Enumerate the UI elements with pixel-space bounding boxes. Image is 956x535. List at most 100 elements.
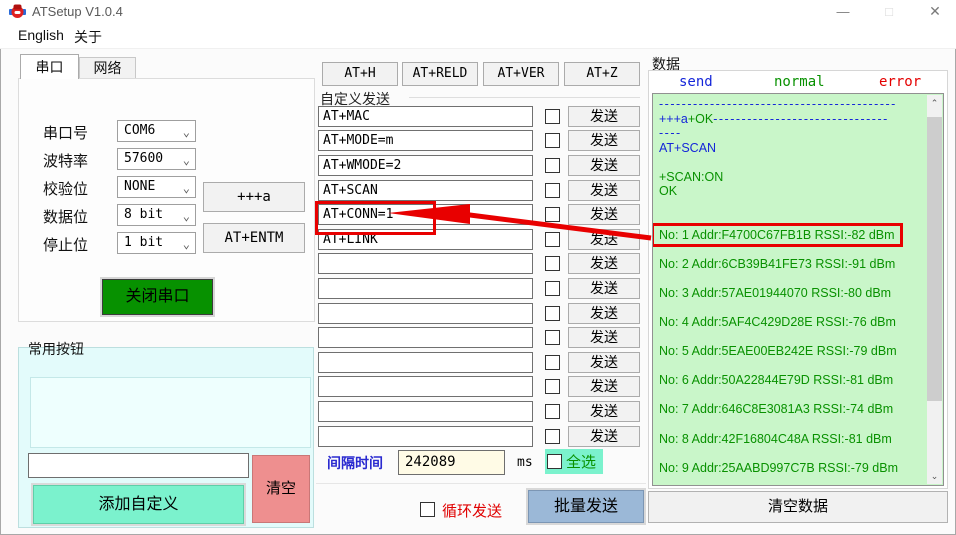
menu-item-english[interactable]: English bbox=[18, 27, 64, 43]
command-input[interactable] bbox=[318, 351, 533, 373]
command-checkbox[interactable] bbox=[545, 354, 560, 370]
command-checkbox[interactable] bbox=[545, 379, 560, 395]
send-button[interactable]: 发送 bbox=[568, 425, 640, 447]
log-line: No: 5 Addr:5EAE00EB242E RSSI:-79 dBm bbox=[659, 344, 923, 359]
send-button[interactable]: 发送 bbox=[568, 179, 640, 201]
divider bbox=[316, 483, 646, 484]
command-checkbox[interactable] bbox=[545, 108, 560, 124]
log-text: ----------------------------------------… bbox=[659, 97, 897, 111]
chevron-down-icon: ⌄ bbox=[182, 153, 190, 167]
minimize-button[interactable]: — bbox=[826, 0, 860, 23]
scrollbar-thumb[interactable] bbox=[927, 117, 942, 401]
serial-field-label: 停止位 bbox=[43, 237, 89, 254]
log-text: No: 3 Addr:57AE01944070 RSSI:-80 dBm bbox=[659, 286, 892, 301]
log-line: No: 7 Addr:646C8E3081A3 RSSI:-74 dBm bbox=[659, 402, 923, 417]
title-bar: ATSetup V1.0.4 — □ ✕ bbox=[0, 0, 956, 23]
command-input[interactable] bbox=[318, 425, 533, 447]
custom-send-row: AT+CONN=1 发送 bbox=[315, 201, 644, 236]
command-input[interactable]: AT+WMODE=2 bbox=[318, 154, 533, 176]
close-serial-port-button[interactable]: 关闭串口 bbox=[102, 279, 213, 315]
command-checkbox[interactable] bbox=[545, 207, 560, 223]
serial-field-label: 数据位 bbox=[43, 209, 89, 226]
command-input[interactable]: AT+SCAN bbox=[318, 179, 533, 201]
custom-send-row: 发送 bbox=[318, 276, 644, 301]
serial-field-select[interactable]: COM6 ⌄ bbox=[117, 120, 196, 142]
custom-send-row: 发送 bbox=[318, 252, 644, 277]
atsetup-window: ATSetup V1.0.4 — □ ✕ English 关于 串口 网络 +++… bbox=[0, 0, 956, 535]
command-checkbox[interactable] bbox=[545, 403, 560, 419]
send-button[interactable]: 发送 bbox=[568, 327, 640, 349]
serial-field-select[interactable]: NONE ⌄ bbox=[117, 176, 196, 198]
send-button[interactable]: 发送 bbox=[568, 228, 640, 250]
command-input[interactable]: AT+CONN=1 bbox=[315, 201, 533, 236]
at-entm-button[interactable]: AT+ENTM bbox=[203, 223, 305, 253]
window-title: ATSetup V1.0.4 bbox=[32, 4, 123, 19]
serial-field-select[interactable]: 57600 ⌄ bbox=[117, 148, 196, 170]
menu-item-about[interactable]: 关于 bbox=[74, 27, 102, 47]
add-custom-button[interactable]: 添加自定义 bbox=[33, 485, 244, 524]
command-input[interactable]: AT+MAC bbox=[318, 105, 533, 127]
send-button[interactable]: 发送 bbox=[568, 302, 640, 324]
chevron-down-icon: ⌄ bbox=[182, 181, 190, 195]
log-line: AT+SCAN bbox=[659, 141, 923, 156]
log-text: +OK bbox=[687, 111, 714, 126]
custom-send-row: 发送 bbox=[318, 301, 644, 326]
send-button[interactable]: 发送 bbox=[568, 154, 640, 176]
loop-send-label: 循环发送 bbox=[442, 503, 503, 520]
clear-custom-button[interactable]: 清空 bbox=[252, 455, 310, 523]
command-input[interactable] bbox=[318, 400, 533, 422]
interval-input[interactable]: 242089 bbox=[398, 450, 505, 475]
log-scrollbar[interactable]: ⌃ ⌄ bbox=[927, 95, 942, 484]
command-checkbox[interactable] bbox=[545, 231, 560, 247]
custom-send-row: 发送 bbox=[318, 375, 644, 400]
quick-command-button[interactable]: AT+VER bbox=[483, 62, 559, 86]
send-button[interactable]: 发送 bbox=[568, 204, 640, 226]
command-input[interactable] bbox=[318, 302, 533, 324]
command-input[interactable] bbox=[318, 253, 533, 275]
custom-command-input[interactable] bbox=[28, 453, 249, 478]
send-button[interactable]: 发送 bbox=[568, 400, 640, 422]
log-line: ---- bbox=[659, 126, 923, 141]
tab-network[interactable]: 网络 bbox=[79, 57, 136, 79]
scroll-up-icon[interactable]: ⌃ bbox=[927, 95, 942, 111]
command-input[interactable] bbox=[318, 327, 533, 349]
send-button[interactable]: 发送 bbox=[568, 376, 640, 398]
legend-normal: normal bbox=[774, 74, 825, 90]
log-line: ----------------------------------------… bbox=[659, 97, 923, 112]
maximize-button[interactable]: □ bbox=[872, 0, 906, 23]
send-button[interactable]: 发送 bbox=[568, 277, 640, 299]
serial-field-select[interactable]: 1 bit ⌄ bbox=[117, 232, 196, 254]
command-checkbox[interactable] bbox=[545, 157, 560, 173]
plus-a-button[interactable]: +++a bbox=[203, 182, 305, 212]
command-checkbox[interactable] bbox=[545, 330, 560, 346]
select-value: NONE bbox=[124, 179, 156, 194]
send-button[interactable]: 发送 bbox=[568, 351, 640, 373]
batch-send-button[interactable]: 批量发送 bbox=[528, 490, 644, 523]
select-all-wrap: 全选 bbox=[545, 449, 603, 474]
command-checkbox[interactable] bbox=[545, 256, 560, 272]
command-checkbox[interactable] bbox=[545, 182, 560, 198]
send-button[interactable]: 发送 bbox=[568, 105, 640, 127]
clear-data-button[interactable]: 清空数据 bbox=[648, 491, 948, 523]
loop-send-checkbox[interactable] bbox=[420, 502, 435, 517]
tab-serial[interactable]: 串口 bbox=[20, 54, 79, 79]
send-button[interactable]: 发送 bbox=[568, 253, 640, 275]
quick-command-button[interactable]: AT+RELD bbox=[402, 62, 478, 86]
quick-command-button[interactable]: AT+H bbox=[322, 62, 398, 86]
send-button[interactable]: 发送 bbox=[568, 130, 640, 152]
command-checkbox[interactable] bbox=[545, 305, 560, 321]
group-divider bbox=[409, 97, 640, 98]
select-all-checkbox[interactable] bbox=[547, 454, 562, 469]
close-button[interactable]: ✕ bbox=[918, 0, 952, 23]
command-checkbox[interactable] bbox=[545, 280, 560, 296]
command-checkbox[interactable] bbox=[545, 133, 560, 149]
scroll-down-icon[interactable]: ⌄ bbox=[927, 468, 942, 484]
command-input[interactable] bbox=[318, 376, 533, 398]
command-input[interactable] bbox=[318, 277, 533, 299]
command-checkbox[interactable] bbox=[545, 428, 560, 444]
quick-command-button[interactable]: AT+Z bbox=[564, 62, 640, 86]
command-input[interactable]: AT+MODE=m bbox=[318, 130, 533, 152]
log-text: ---- bbox=[659, 126, 682, 141]
serial-field-select[interactable]: 8 bit ⌄ bbox=[117, 204, 196, 226]
